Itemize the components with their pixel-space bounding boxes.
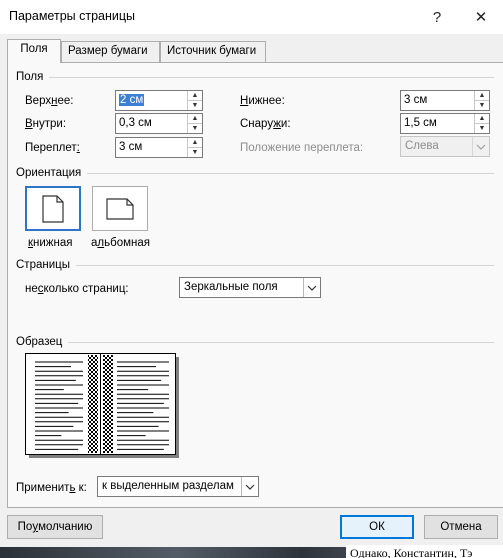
spin-up-icon[interactable]: ▲ [475, 114, 489, 123]
landscape-page-icon [106, 197, 134, 220]
spin-down-icon[interactable]: ▼ [188, 100, 202, 110]
top-margin-spinner[interactable]: 2 см ▲ ▼ [115, 90, 203, 111]
chevron-down-icon [476, 144, 486, 150]
chevron-down-icon [245, 484, 255, 490]
multiple-pages-label: несколько страниц: [25, 283, 129, 295]
inside-margin-label: Внутри: [25, 118, 67, 130]
multiple-pages-value: Зеркальные поля [184, 281, 278, 293]
bottom-margin-spinner[interactable]: 3 см ▲ ▼ [400, 90, 490, 111]
inside-margin-value: 0,3 см [119, 117, 152, 129]
inside-margin-spinner[interactable]: 0,3 см ▲ ▼ [115, 113, 203, 134]
orientation-section-header: Ориентация [16, 167, 494, 179]
gutter-position-select: Слева [400, 136, 490, 157]
set-default-button[interactable]: По у молчанию [7, 515, 103, 539]
bottom-margin-value: 3 см [404, 94, 428, 106]
spin-up-icon[interactable]: ▲ [475, 91, 489, 100]
outside-margin-value: 1,5 см [404, 117, 437, 129]
help-button[interactable]: ? [415, 3, 459, 31]
gutter-position-label: Положение переплета: [240, 142, 364, 154]
ok-button[interactable]: ОК [340, 515, 414, 539]
apply-to-select[interactable]: к выделенным разделам [97, 476, 259, 497]
spin-down-icon[interactable]: ▼ [475, 123, 489, 133]
gutter-label: Переплет: [25, 142, 80, 154]
multiple-pages-select[interactable]: Зеркальные поля [179, 277, 321, 298]
close-button[interactable]: ✕ [459, 3, 503, 31]
tab-paper-size[interactable]: Размер бумаги [61, 41, 160, 62]
margins-section-header: Поля [16, 71, 494, 83]
background-document-text: Однако, Константин, Тэ [350, 546, 473, 558]
landscape-label: альбомная [91, 237, 150, 249]
spin-down-icon[interactable]: ▼ [188, 147, 202, 157]
preview-section-header: Образец [16, 336, 494, 348]
window-title: Параметры страницы [9, 9, 136, 23]
portrait-button[interactable] [25, 186, 81, 231]
apply-to-label: Применить к: [16, 482, 87, 494]
outside-margin-spinner[interactable]: 1,5 см ▲ ▼ [400, 113, 490, 134]
outside-margin-label: Снаружи: [240, 118, 291, 130]
top-margin-label: Верхнее: [25, 95, 74, 107]
preview-image [25, 353, 180, 459]
gutter-position-value: Слева [405, 140, 439, 152]
apply-to-value: к выделенным разделам [102, 480, 234, 492]
spin-down-icon[interactable]: ▼ [475, 100, 489, 110]
cancel-button[interactable]: Отмена [424, 515, 498, 539]
portrait-label: книжная [28, 237, 73, 249]
bottom-margin-label: Нижнее: [240, 95, 285, 107]
top-margin-value: 2 см [119, 94, 145, 106]
landscape-button[interactable] [92, 186, 148, 231]
tab-margins[interactable]: Поля [7, 39, 61, 63]
spin-up-icon[interactable]: ▲ [188, 114, 202, 123]
portrait-page-icon [42, 194, 64, 223]
spin-down-icon[interactable]: ▼ [188, 123, 202, 133]
close-icon: ✕ [474, 9, 488, 26]
gutter-value: 3 см [119, 141, 143, 153]
tab-paper-source[interactable]: Источник бумаги [160, 41, 266, 62]
help-icon: ? [432, 8, 442, 26]
spin-up-icon[interactable]: ▲ [188, 91, 202, 100]
spin-up-icon[interactable]: ▲ [188, 138, 202, 147]
chevron-down-icon [307, 285, 317, 291]
pages-section-header: Страницы [16, 259, 494, 271]
gutter-spinner[interactable]: 3 см ▲ ▼ [115, 137, 203, 158]
